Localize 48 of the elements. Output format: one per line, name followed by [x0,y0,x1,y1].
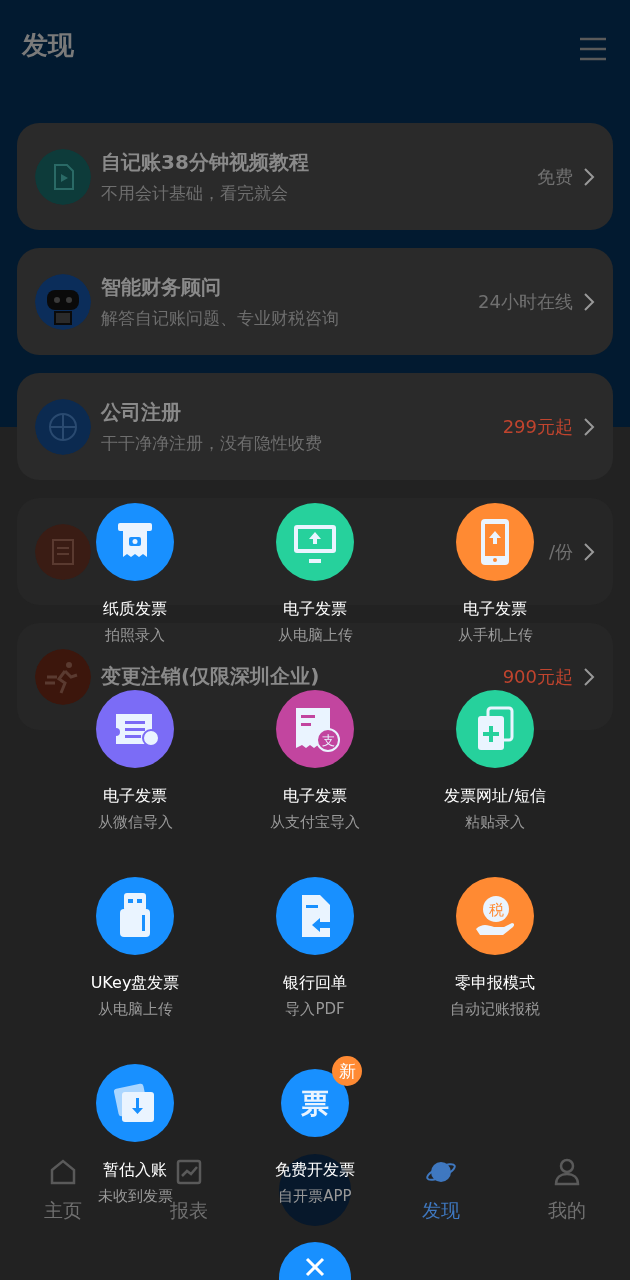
page-title: 发现 [22,29,74,62]
option-subtitle: 从手机上传 [457,626,533,645]
option-subtitle: 从支付宝导入 [270,813,360,832]
option-title: 免费开发票 [275,1160,355,1181]
option-title: 零申报模式 [455,973,535,994]
option-subtitle: 自动记账报税 [450,1000,540,1019]
service-description: 不用会计基础，看完就会 [101,181,289,205]
option-title: 电子发票 [103,786,167,807]
close-icon [304,1256,326,1278]
menu-icon[interactable] [578,36,608,62]
service-card[interactable]: 自记账38分钟视频教程 不用会计基础，看完就会 免费 [17,123,613,230]
tax-hand-icon: 税 [456,877,534,955]
sheet-option[interactable]: 银行回单 导入PDF [225,867,405,1019]
service-title: 公司注册 [101,398,182,426]
sheet-option[interactable]: 税 零申报模式 自动记账报税 [405,867,585,1019]
chevron-icon [583,291,595,312]
option-subtitle: 未收到发票 [97,1187,173,1205]
option-subtitle: 从微信导入 [97,813,173,832]
service-description: 解答自记账问题、专业财税咨询 [101,306,340,330]
service-title: 变更注销(仅限深圳企业) [101,663,321,690]
service-card[interactable]: 智能财务顾问 解答自记账问题、专业财税咨询 24小时在线 [17,248,613,355]
chevron-icon [583,666,595,687]
sheet-option[interactable]: UKey盘发票 从电脑上传 [45,867,225,1019]
service-price: 免费 [537,164,573,189]
service-price: 900元起 [502,664,573,689]
option-title: UKey盘发票 [90,973,180,994]
option-subtitle: 导入PDF [285,1000,345,1019]
service-price: 299元起 [502,414,573,439]
chevron-icon [583,416,595,437]
service-title: 智能财务顾问 [101,273,222,301]
service-description: 干干净净注册，没有隐性收费 [101,431,323,455]
option-title: 发票网址/短信 [444,786,546,807]
option-subtitle: 自开票APP [278,1187,352,1206]
option-title: 银行回单 [283,973,347,994]
nav-tab[interactable]: 发现 [422,1156,460,1224]
service-price: /份 [548,539,573,564]
service-price: 24小时在线 [478,289,573,314]
chevron-icon [583,166,595,187]
chevron-icon [583,541,595,562]
option-title: 电子发票 [283,786,347,807]
service-card[interactable]: 公司注册 干干净净注册，没有隐性收费 299元起 [17,373,613,480]
option-subtitle: 粘贴录入 [465,813,525,832]
option-subtitle: 拍照录入 [105,626,165,645]
option-title: 暂估入账 [103,1160,167,1181]
service-title: 自记账38分钟视频教程 [101,148,310,176]
option-subtitle: 从电脑上传 [277,626,353,645]
option-subtitle: 从电脑上传 [97,1000,173,1019]
alipay-receipt-icon: 支 [276,690,354,768]
